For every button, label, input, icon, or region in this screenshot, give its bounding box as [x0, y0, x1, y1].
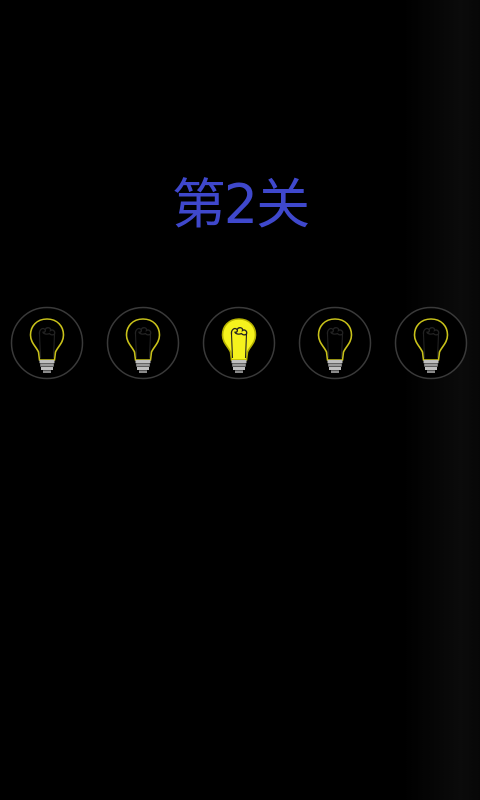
bulb-button-4[interactable] — [297, 306, 373, 380]
bulb-button-5[interactable] — [393, 306, 469, 380]
bulb-button-2[interactable] — [105, 306, 181, 380]
lightbulb-icon — [202, 306, 276, 380]
lightbulb-icon — [298, 306, 372, 380]
bulb-row — [9, 306, 471, 380]
level-title: 第2关 — [171, 173, 310, 236]
lightbulb-icon — [10, 306, 84, 380]
lightbulb-icon — [394, 306, 468, 380]
game-screen: 第2关 — [0, 0, 480, 800]
lightbulb-icon — [106, 306, 180, 380]
bulb-button-3[interactable] — [201, 306, 277, 380]
bulb-button-1[interactable] — [9, 306, 85, 380]
